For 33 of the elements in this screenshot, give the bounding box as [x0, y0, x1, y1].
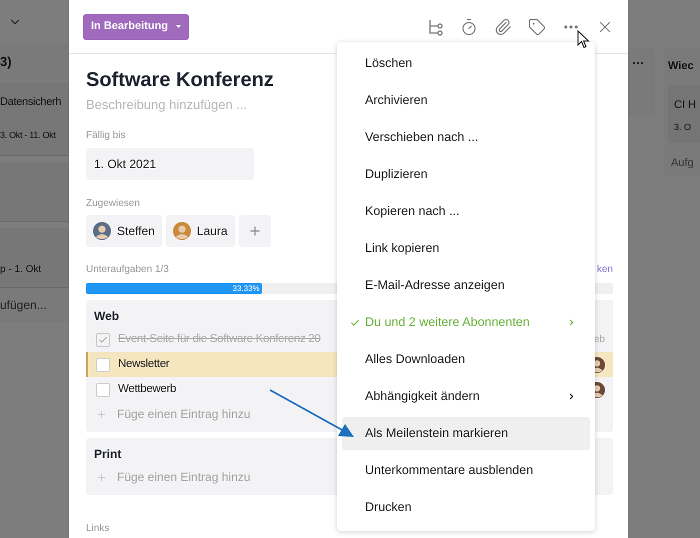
menu-item-label: Alles Downloaden — [365, 351, 466, 368]
checklist-title: Web — [94, 308, 120, 325]
menu-item-label: Du und 2 weitere Abonnenten — [365, 314, 530, 332]
menu-item-label: Verschieben nach ... — [365, 129, 478, 146]
menu-item-label: Kopieren nach ... — [365, 203, 460, 220]
card-title: Datensicherh — [0, 95, 62, 110]
menu-item-label: Drucken — [365, 499, 412, 516]
checklist-item-text: Wettbewerb — [118, 382, 176, 397]
menu-item-label: Duplizieren — [365, 166, 428, 184]
card-date: 3. Okt - 11. Okt — [0, 128, 56, 142]
field-label: Zugewiesen — [86, 197, 140, 211]
subtasks-label: Unteraufgaben 1/3 — [86, 263, 169, 277]
card-date: 3. O — [674, 121, 692, 134]
field-label: Fällig bis — [86, 129, 126, 143]
column-title: Wiec — [668, 59, 694, 74]
card-date: p - 1. Okt — [0, 263, 42, 277]
menu-item-label: Link kopieren — [365, 240, 440, 258]
assignee-name: Steffen — [117, 223, 155, 240]
menu-item-label: Unterkommentare ausblenden — [365, 462, 534, 480]
checklist-item-text: Event-Seite für die Software Konferenz 20 — [118, 332, 320, 347]
menu-item-label: Abhängigkeit ändern — [365, 388, 480, 406]
menu-item-label: Löschen — [365, 55, 412, 72]
column-title: 3) — [0, 53, 12, 72]
menu-item-label: Als Meilenstein markieren — [365, 425, 508, 442]
task-title: Software Konferenz — [86, 68, 275, 93]
card-title: CI H — [674, 98, 696, 112]
progress-percent: 33.33% — [232, 282, 260, 294]
assignee-name: Laura — [196, 223, 228, 240]
links-label: Links — [86, 522, 110, 536]
checklist-item-text: Newsletter — [118, 356, 170, 372]
checklist-title: Print — [94, 446, 122, 463]
menu-item-label: E-Mail-Adresse anzeigen — [365, 277, 505, 294]
menu-item-label: Archivieren — [365, 92, 428, 110]
